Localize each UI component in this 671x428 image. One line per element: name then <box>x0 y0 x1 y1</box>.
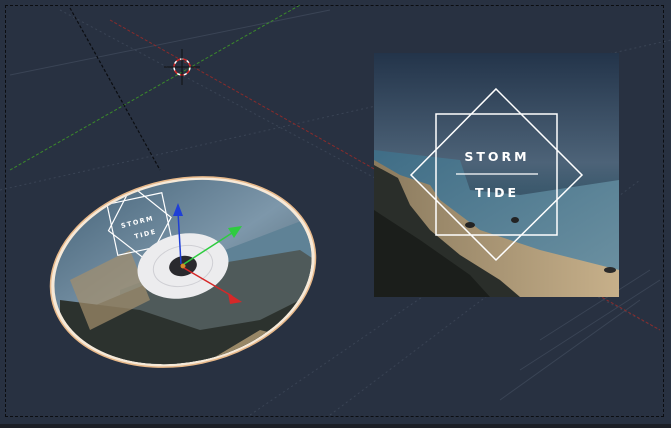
cover-title-line1: STORM <box>464 149 529 164</box>
viewport-canvas[interactable]: STORM TIDE STORM TIDE <box>0 0 671 424</box>
album-cover-plane[interactable]: STORM TIDE <box>374 53 619 297</box>
cover-logo <box>409 87 584 262</box>
cd-disc[interactable]: STORM TIDE <box>33 153 334 391</box>
cover-title-line2: TIDE <box>475 185 519 200</box>
3d-cursor-icon[interactable] <box>164 49 200 85</box>
camera-frustum-line <box>69 7 161 171</box>
3d-viewport[interactable]: STORM TIDE STORM TIDE <box>0 0 671 424</box>
y-axis-line <box>9 4 301 171</box>
